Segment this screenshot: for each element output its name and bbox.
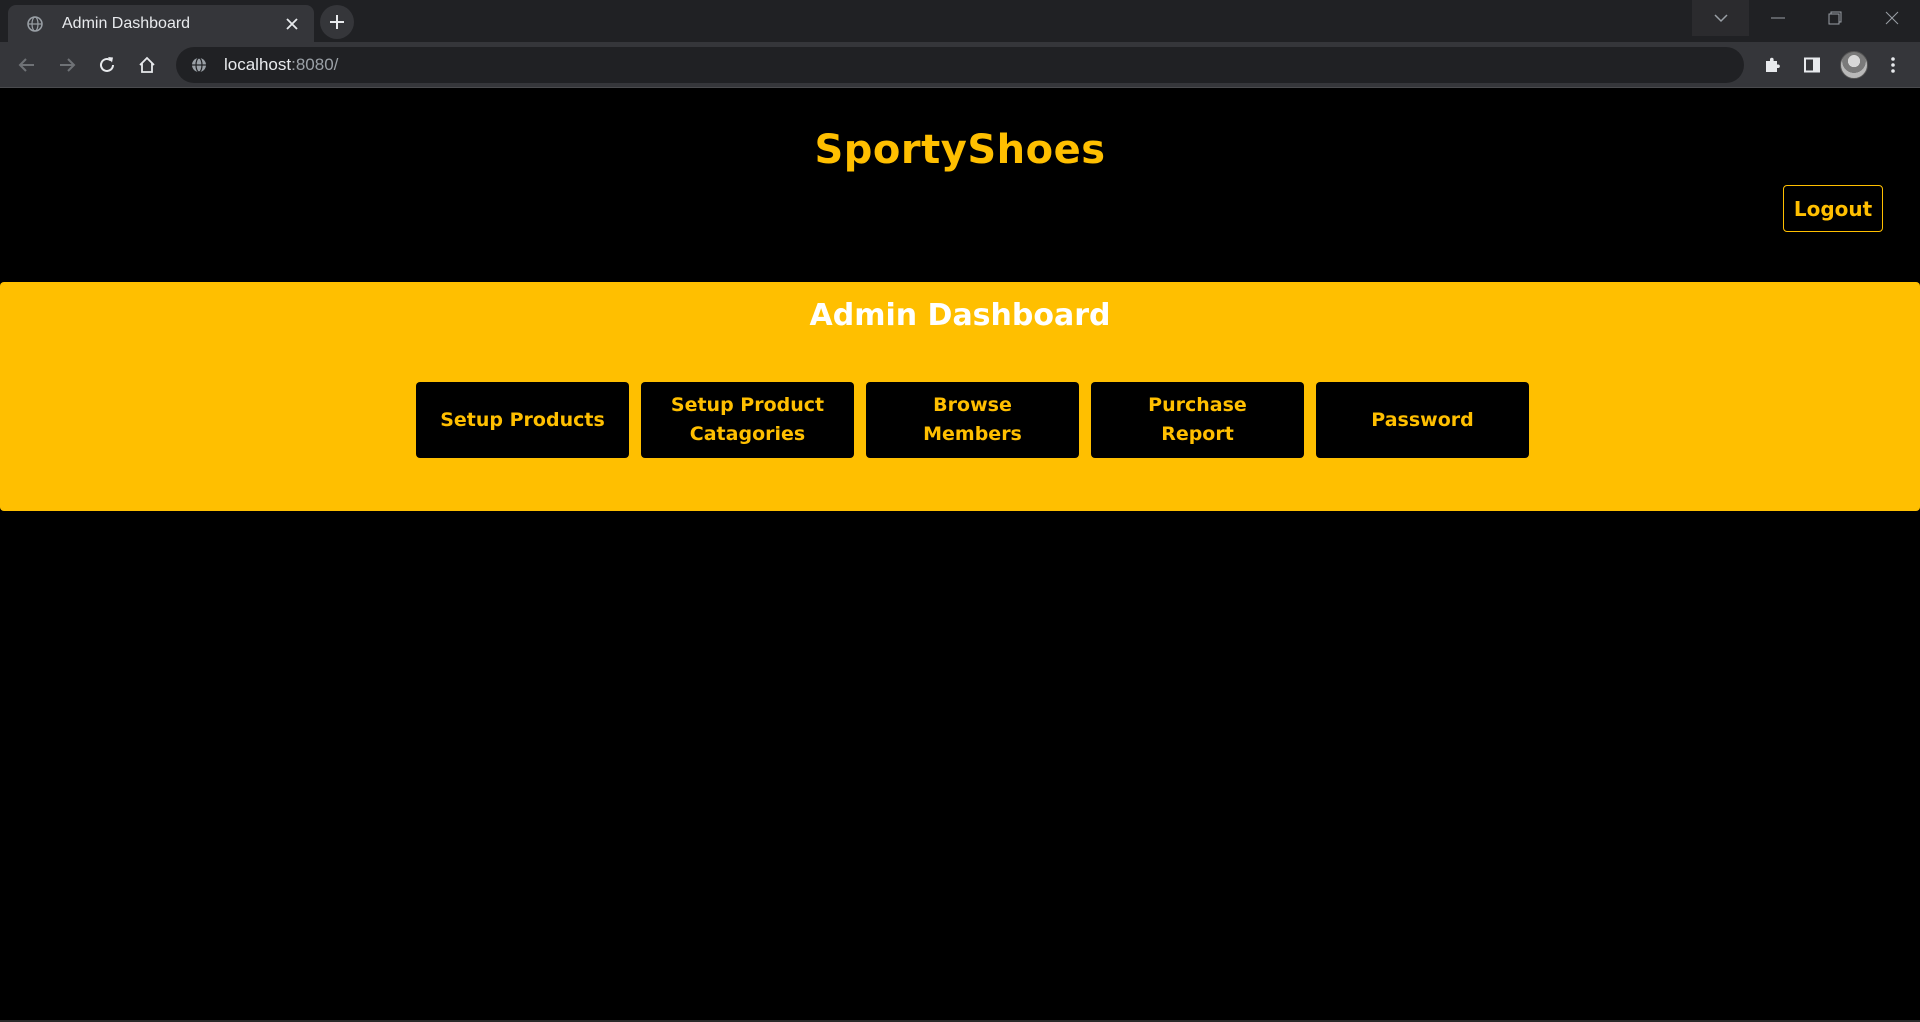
extensions-button[interactable] <box>1757 50 1787 80</box>
browser-toolbar: localhost:8080/ <box>0 42 1920 88</box>
kebab-menu-icon <box>1891 57 1895 73</box>
brand-title: SportyShoes <box>814 127 1106 173</box>
close-icon[interactable] <box>282 14 302 34</box>
arrow-left-icon <box>18 58 34 72</box>
reload-icon <box>100 57 114 72</box>
side-panel-icon <box>1804 57 1820 73</box>
dashboard-actions: Setup Products Setup Product Catagories … <box>416 382 1529 458</box>
arrow-right-icon <box>60 58 76 72</box>
purchase-report-button[interactable]: Purchase Report <box>1091 382 1304 458</box>
restore-button[interactable] <box>1806 0 1863 36</box>
logout-button[interactable]: Logout <box>1783 185 1883 232</box>
address-bar[interactable]: localhost:8080/ <box>176 47 1744 83</box>
tab-search-button[interactable] <box>1692 0 1749 36</box>
url-text: localhost:8080/ <box>224 55 338 75</box>
new-tab-button[interactable] <box>320 5 354 39</box>
admin-dashboard-panel: Admin Dashboard Setup Products Setup Pro… <box>0 282 1920 511</box>
puzzle-icon <box>1766 57 1780 72</box>
restore-icon <box>1828 11 1841 25</box>
close-icon <box>1885 11 1898 25</box>
browser-menu-button[interactable] <box>1878 50 1908 80</box>
password-button[interactable]: Password <box>1316 382 1529 458</box>
browser-tab-strip: Admin Dashboard <box>0 0 1920 42</box>
tab-title: Admin Dashboard <box>62 14 191 32</box>
browser-tab[interactable]: Admin Dashboard <box>8 5 314 42</box>
profile-avatar[interactable] <box>1840 51 1868 79</box>
back-button[interactable] <box>12 50 42 80</box>
globe-icon <box>190 56 208 74</box>
home-button[interactable] <box>132 50 162 80</box>
chevron-down-icon <box>1713 14 1728 23</box>
setup-products-button[interactable]: Setup Products <box>416 382 629 458</box>
url-path: :8080/ <box>291 55 339 74</box>
window-close-button[interactable] <box>1863 0 1920 36</box>
minimize-icon <box>1770 17 1785 19</box>
page-content: SportyShoes Logout Admin Dashboard Setup… <box>0 89 1920 1022</box>
reload-button[interactable] <box>92 50 122 80</box>
setup-product-categories-button[interactable]: Setup Product Catagories <box>641 382 854 458</box>
dashboard-title: Admin Dashboard <box>809 298 1111 333</box>
home-icon <box>139 56 155 73</box>
url-host: localhost <box>224 55 292 74</box>
browse-members-button[interactable]: Browse Members <box>866 382 1079 458</box>
forward-button[interactable] <box>52 50 82 80</box>
globe-icon <box>26 15 44 33</box>
plus-icon <box>330 15 344 29</box>
side-panel-button[interactable] <box>1797 50 1827 80</box>
minimize-button[interactable] <box>1749 0 1806 36</box>
